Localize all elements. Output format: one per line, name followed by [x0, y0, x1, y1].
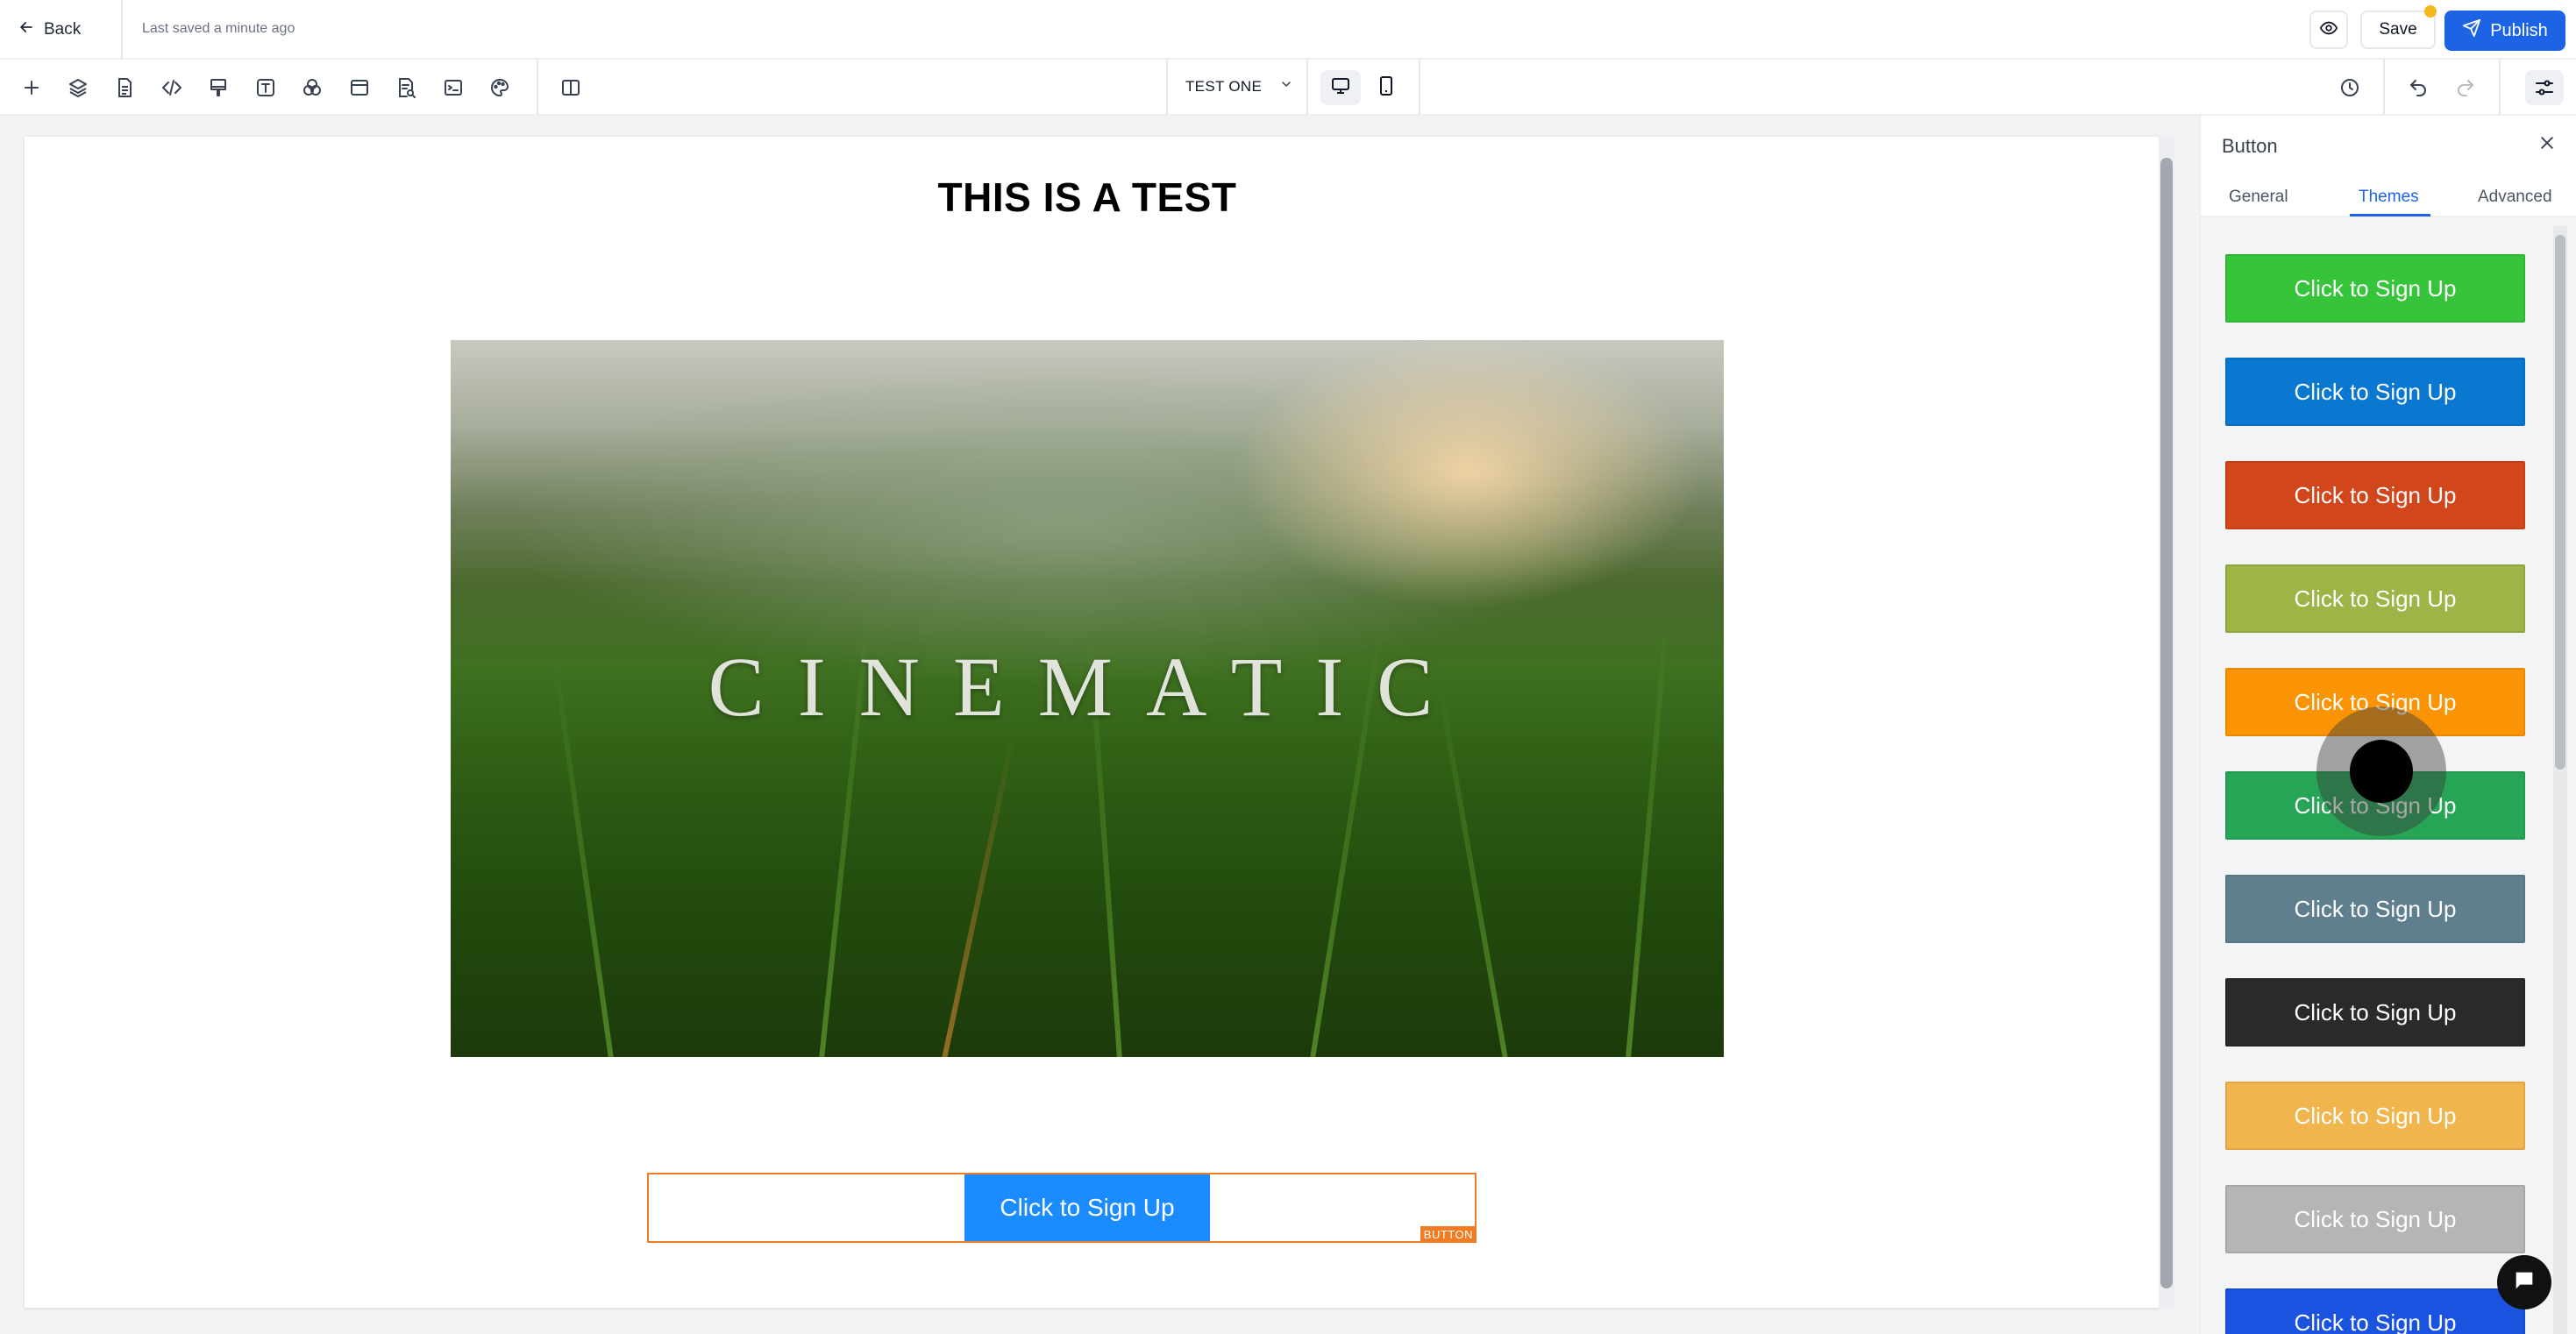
- add-icon[interactable]: [16, 72, 47, 103]
- send-icon: [2462, 18, 2481, 43]
- divider: [2499, 60, 2501, 114]
- form-icon[interactable]: [390, 72, 422, 103]
- layers-icon[interactable]: [62, 72, 94, 103]
- panel-tabs: General Themes Advanced: [2201, 179, 2576, 217]
- layout-icon[interactable]: [344, 72, 375, 103]
- theme-option[interactable]: Click to Sign Up: [2225, 875, 2525, 943]
- chevron-down-icon: [1279, 77, 1293, 96]
- panel-scrollbar-thumb[interactable]: [2555, 235, 2565, 770]
- mobile-view-button[interactable]: [1366, 70, 1406, 105]
- redo-icon[interactable]: [2450, 72, 2481, 103]
- divider: [2383, 60, 2385, 114]
- theme-option[interactable]: Click to Sign Up: [2225, 1082, 2525, 1150]
- code-icon[interactable]: [156, 72, 188, 103]
- arrow-left-icon: [18, 18, 35, 41]
- grass-streak: [942, 732, 1016, 1057]
- preview-button[interactable]: [2309, 11, 2348, 49]
- editor-workspace: THIS IS A TEST CINEMATIC: [0, 116, 2199, 1334]
- theme-option[interactable]: Click to Sign Up: [2225, 358, 2525, 426]
- selection-tag: BUTTON: [1420, 1226, 1477, 1243]
- undo-icon[interactable]: [2402, 72, 2434, 103]
- paint-icon[interactable]: [203, 72, 234, 103]
- back-button[interactable]: Back: [18, 16, 81, 44]
- color-icon[interactable]: [296, 72, 328, 103]
- divider: [537, 60, 538, 114]
- eye-icon: [2319, 18, 2338, 42]
- theme-option[interactable]: Click to Sign Up: [2225, 1185, 2525, 1253]
- phone-icon: [1376, 75, 1397, 101]
- divider: [1306, 60, 1308, 114]
- workspace-scrollbar-thumb[interactable]: [2160, 158, 2173, 1288]
- settings-sliders-icon[interactable]: [2525, 70, 2564, 105]
- hero-image[interactable]: CINEMATIC: [451, 340, 1724, 1057]
- page-canvas: THIS IS A TEST CINEMATIC: [25, 137, 2160, 1308]
- hero-overlay-text: CINEMATIC: [708, 640, 1467, 734]
- text-icon[interactable]: [250, 72, 281, 103]
- signup-button[interactable]: Click to Sign Up: [964, 1174, 1210, 1241]
- cursor-dot: [2350, 740, 2413, 803]
- top-bar: Back Last saved a minute ago Save Publis…: [0, 0, 2576, 60]
- back-label: Back: [44, 20, 82, 39]
- pages-icon[interactable]: [109, 72, 140, 103]
- divider: [1419, 60, 1420, 114]
- history-icon[interactable]: [2334, 72, 2366, 103]
- theme-option[interactable]: Click to Sign Up: [2225, 461, 2525, 529]
- theme-option[interactable]: Click to Sign Up: [2225, 1288, 2525, 1334]
- divider: [121, 0, 123, 60]
- chat-icon: [2512, 1268, 2537, 1297]
- theme-icon[interactable]: [484, 72, 516, 103]
- theme-option[interactable]: Click to Sign Up: [2225, 564, 2525, 633]
- chat-widget-button[interactable]: [2497, 1255, 2551, 1309]
- page-selector[interactable]: TEST ONE: [1185, 77, 1293, 96]
- notification-dot: [2424, 5, 2437, 18]
- active-tab-indicator: [2350, 214, 2430, 216]
- theme-option[interactable]: Click to Sign Up: [2225, 254, 2525, 323]
- split-view-icon[interactable]: [555, 72, 587, 103]
- desktop-view-button[interactable]: [1320, 70, 1361, 105]
- terminal-icon[interactable]: [438, 72, 469, 103]
- theme-option[interactable]: Click to Sign Up: [2225, 978, 2525, 1047]
- panel-title: Button: [2222, 135, 2278, 157]
- monitor-icon: [1330, 75, 1351, 101]
- editor-toolbar: TEST ONE: [0, 60, 2576, 116]
- save-button[interactable]: Save: [2360, 11, 2436, 49]
- close-panel-button[interactable]: [2534, 131, 2560, 158]
- save-status: Last saved a minute ago: [142, 21, 295, 36]
- tab-themes[interactable]: Themes: [2359, 188, 2419, 207]
- publish-button[interactable]: Publish: [2444, 11, 2565, 51]
- close-icon: [2538, 134, 2556, 156]
- page-name: TEST ONE: [1185, 77, 1263, 95]
- page-heading[interactable]: THIS IS A TEST: [25, 174, 2150, 221]
- divider: [1166, 60, 1168, 114]
- tab-advanced[interactable]: Advanced: [2478, 188, 2552, 207]
- tab-general[interactable]: General: [2229, 188, 2288, 207]
- publish-label: Publish: [2490, 20, 2548, 40]
